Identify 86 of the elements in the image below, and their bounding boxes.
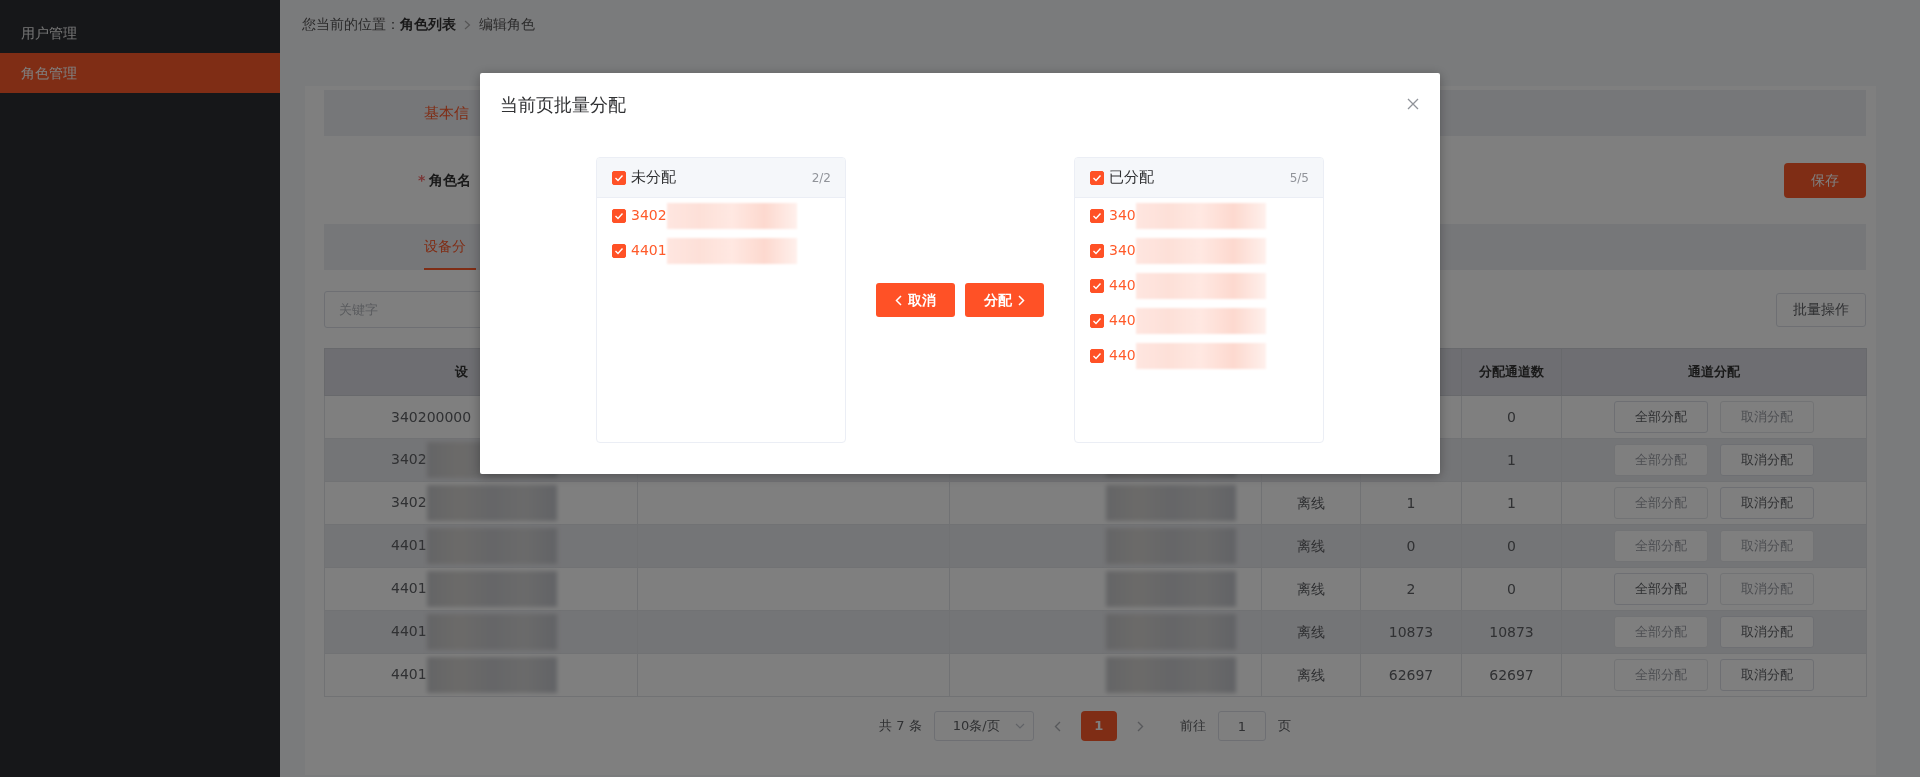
table-cell: 0 — [1507, 580, 1516, 597]
unassign-button[interactable]: 取消分配 — [1720, 616, 1814, 648]
breadcrumb-label: 您当前的位置： — [302, 16, 400, 32]
table-cell: 10873 — [1388, 623, 1434, 640]
checkbox[interactable] — [1090, 348, 1104, 363]
checkmark-icon — [1092, 316, 1102, 325]
table-cell: 离线 — [1297, 666, 1325, 683]
unassign-button[interactable]: 取消分配 — [1720, 487, 1814, 519]
checkbox[interactable] — [612, 208, 626, 223]
page-button[interactable]: 1 — [1080, 711, 1117, 741]
checkmark-icon — [614, 173, 624, 182]
assign-all-button[interactable]: 全部分配 — [1614, 573, 1708, 605]
table-cell: 离线 — [1297, 580, 1325, 597]
table-cell: 4401 — [391, 580, 427, 596]
table-cell: 1 — [1406, 494, 1416, 511]
table-cell: 0 — [1507, 537, 1516, 554]
table-cell: 离线 — [1297, 494, 1325, 511]
panel-title: 未分配 — [631, 167, 677, 189]
checkmark-icon — [614, 246, 624, 255]
chevron-right-icon — [1018, 294, 1025, 306]
table-cell: 1 — [1507, 494, 1516, 511]
table-cell: 10873 — [1489, 623, 1534, 640]
item-count: 5/5 — [1289, 169, 1309, 187]
checkbox[interactable] — [612, 170, 626, 185]
checkbox[interactable] — [1090, 243, 1104, 258]
tab[interactable]: 设备分 — [424, 224, 476, 270]
table-cell: 0 — [1507, 408, 1516, 425]
table-cell: 1 — [1507, 451, 1516, 468]
caret-icon — [1014, 723, 1025, 729]
unassign-button[interactable]: 取消分配 — [1720, 444, 1814, 476]
cancel-button[interactable]: 取消 — [876, 283, 955, 317]
checkbox[interactable] — [1090, 208, 1104, 223]
table-cell: 62697 — [1388, 666, 1434, 683]
checkmark-icon — [1092, 351, 1102, 360]
checkbox[interactable] — [1090, 278, 1104, 293]
device-id: 440 — [1109, 346, 1136, 365]
device-id: 440 — [1109, 276, 1136, 295]
checkbox[interactable] — [612, 243, 626, 258]
unassign-button[interactable]: 取消分配 — [1720, 659, 1814, 691]
item-count: 2/2 — [811, 169, 831, 187]
panel-title: 已分配 — [1109, 167, 1155, 189]
goto-label: 前往 — [1179, 717, 1206, 736]
column-header: 分配通道数 — [1461, 348, 1562, 396]
device-id: 440 — [1109, 311, 1136, 330]
device-id: 340 — [1109, 241, 1136, 260]
checkbox[interactable] — [1090, 313, 1104, 328]
table-cell: 离线 — [1297, 623, 1325, 640]
assign-button[interactable]: 分配 — [965, 283, 1044, 317]
chevron-left-icon — [895, 294, 902, 306]
role-name-label: * 角色名 — [418, 170, 472, 190]
close-icon[interactable] — [1406, 97, 1420, 111]
sidebar-item[interactable]: 用户管理 — [0, 13, 280, 53]
table-cell: 62697 — [1489, 666, 1534, 683]
previous-page-icon[interactable] — [1053, 720, 1061, 732]
batch-button[interactable]: 批量操作 — [1776, 292, 1866, 327]
table-cell: 3402 — [391, 494, 427, 510]
table-cell: 0 — [1406, 537, 1416, 554]
device-id: 3402 — [631, 206, 667, 225]
table-cell: 340200000 — [391, 408, 472, 425]
device-id: 4401 — [631, 241, 667, 260]
checkmark-icon — [1092, 281, 1102, 290]
device-id: 340 — [1109, 206, 1136, 225]
dialog-title: 当前页批量分配 — [500, 92, 626, 117]
breadcrumb-item: 编辑角色 — [479, 16, 535, 32]
assign-all-button[interactable]: 全部分配 — [1614, 401, 1708, 433]
page-number-field[interactable]: 1 — [1217, 711, 1266, 741]
table-cell: 离线 — [1297, 537, 1325, 554]
sidebar-item[interactable]: 角色管理 — [0, 53, 280, 93]
checkmark-icon — [1092, 173, 1102, 182]
next-page-icon[interactable] — [1136, 720, 1144, 732]
total-count: 共 7 条 — [879, 717, 922, 736]
save-button[interactable]: 保存 — [1784, 162, 1866, 198]
table-cell: 4401 — [391, 666, 427, 682]
table-cell: 4401 — [391, 623, 427, 639]
table-cell: 2 — [1406, 580, 1416, 597]
section-title: 基本信 — [424, 102, 469, 124]
breadcrumb-item[interactable]: 角色列表 — [400, 16, 456, 32]
checkmark-icon — [1092, 246, 1102, 255]
column-header: 通道分配 — [1561, 348, 1867, 396]
checkbox[interactable] — [1090, 170, 1104, 185]
checkmark-icon — [614, 211, 624, 220]
page-size-select[interactable]: 10条/页 — [933, 711, 1034, 741]
page-suffix: 页 — [1277, 717, 1291, 736]
table-cell: 3402 — [391, 451, 427, 467]
checkmark-icon — [1092, 211, 1102, 220]
table-cell: 4401 — [391, 537, 427, 553]
